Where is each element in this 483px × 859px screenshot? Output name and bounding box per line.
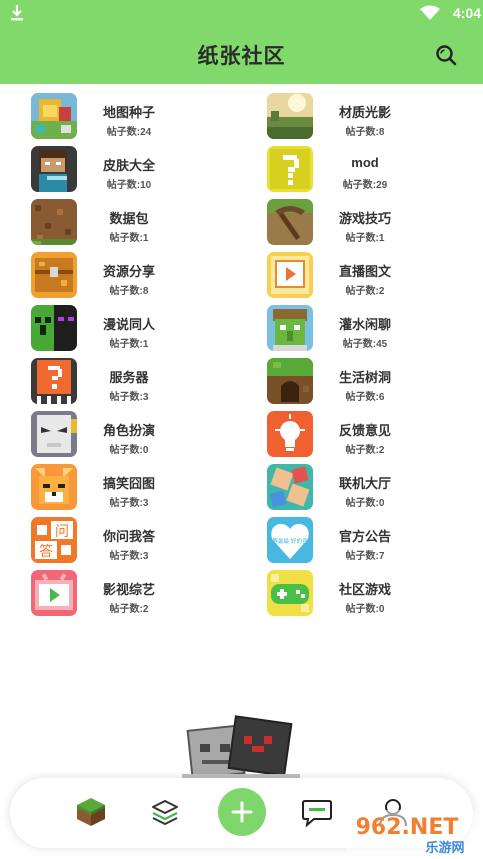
page-title: 纸张社区 [197, 45, 286, 68]
chest-icon [31, 252, 77, 298]
post-count: 帖子数:8 [345, 127, 385, 138]
post-count: 帖子数:2 [109, 604, 149, 615]
category-name: 漫说同人 [102, 317, 155, 332]
category-item[interactable]: 联机大厅 帖子数:0 [267, 464, 477, 514]
category-item[interactable]: 搞笑囧图 帖子数:3 [31, 464, 241, 514]
search-icon[interactable] [434, 43, 458, 67]
announcement-icon-text: 世界最最 好的官方 [267, 537, 313, 545]
post-count: 帖子数:1 [109, 339, 149, 350]
category-name: 你问我答 [102, 529, 155, 544]
category-item[interactable]: 地图种子 帖子数:24 [31, 93, 241, 143]
gamepad-icon [267, 570, 313, 616]
category-name: 官方公告 [338, 529, 391, 544]
add-icon [231, 801, 253, 823]
chat-bubble-icon[interactable] [300, 795, 334, 829]
category-item[interactable]: 皮肤大全 帖子数:10 [31, 146, 241, 196]
category-name: 反馈意见 [338, 423, 391, 438]
announcement-heart-icon: 世界最最 好的官方 [267, 517, 313, 563]
category-name: 角色扮演 [102, 423, 155, 438]
post-count: 帖子数:7 [345, 551, 385, 562]
category-name: 资源分享 [102, 264, 155, 279]
download-icon [11, 5, 23, 21]
category-name: 服务器 [109, 370, 149, 385]
funny-fox-icon [31, 464, 77, 510]
post-count: 帖子数:0 [345, 604, 385, 615]
post-count: 帖子数:2 [345, 445, 385, 456]
post-count: 帖子数:0 [345, 498, 385, 509]
category-name: 直播图文 [338, 264, 391, 279]
category-item[interactable]: mod 帖子数:29 [267, 146, 477, 196]
category-name: 影视综艺 [102, 582, 155, 597]
category-item[interactable]: 反馈意见 帖子数:2 [267, 411, 477, 461]
mod-question-block-icon [267, 146, 313, 192]
grass-block-icon[interactable] [74, 795, 108, 829]
lightbulb-icon [267, 411, 313, 457]
skins-icon [31, 146, 77, 192]
category-item[interactable]: 材质光影 帖子数:8 [267, 93, 477, 143]
texture-shader-icon [267, 93, 313, 139]
post-count: 帖子数:3 [109, 551, 149, 562]
category-name: 游戏技巧 [338, 211, 391, 226]
qa-icon: 问 答 [31, 517, 77, 563]
watermark-sub: 乐游网 [425, 840, 464, 856]
skeleton-spider-mascot [182, 715, 300, 778]
category-name: 地图种子 [102, 105, 155, 120]
live-play-icon [267, 252, 313, 298]
post-count: 帖子数:8 [109, 286, 149, 297]
category-name: 灌水闲聊 [338, 317, 391, 332]
app-bar: 纸张社区 [0, 26, 483, 84]
category-item[interactable]: 漫说同人 帖子数:1 [31, 305, 241, 355]
category-item[interactable]: 服务器 帖子数:3 [31, 358, 241, 408]
post-count: 帖子数:24 [106, 127, 152, 138]
post-count: 帖子数:3 [109, 392, 149, 403]
post-count: 帖子数:45 [342, 339, 388, 350]
category-name: 搞笑囧图 [102, 476, 155, 491]
category-item[interactable]: 生活树洞 帖子数:6 [267, 358, 477, 408]
post-count: 帖子数:6 [345, 392, 385, 403]
category-item[interactable]: 世界最最 好的官方 官方公告 帖子数:7 [267, 517, 477, 567]
status-bar: 4:04 [0, 0, 483, 26]
villager-chat-icon [267, 305, 313, 351]
post-count: 帖子数:0 [109, 445, 149, 456]
post-count: 帖子数:10 [106, 180, 152, 191]
layers-icon[interactable] [148, 795, 182, 829]
category-item[interactable]: 角色扮演 帖子数:0 [31, 411, 241, 461]
map-seed-icon [31, 93, 77, 139]
add-button[interactable] [218, 788, 266, 836]
category-name: 材质光影 [338, 105, 391, 120]
qa-ask-glyph: 问 [55, 524, 69, 540]
category-item[interactable]: 影视综艺 帖子数:2 [31, 570, 241, 620]
clock: 4:04 [452, 5, 481, 21]
wifi-icon [420, 5, 440, 20]
category-item[interactable]: 数据包 帖子数:1 [31, 199, 241, 249]
category-item[interactable]: 资源分享 帖子数:8 [31, 252, 241, 302]
category-name: mod [351, 155, 379, 170]
category-name: 数据包 [109, 211, 149, 226]
tv-video-icon [31, 570, 77, 616]
datapack-dirt-icon [31, 199, 77, 245]
post-count: 帖子数:2 [345, 286, 385, 297]
pickaxe-icon [267, 199, 313, 245]
category-name: 生活树洞 [338, 370, 391, 385]
qa-answer-glyph: 答 [39, 543, 53, 560]
creeper-enderman-icon [31, 305, 77, 351]
category-item[interactable]: 灌水闲聊 帖子数:45 [267, 305, 477, 355]
multiplayer-lobby-icon [267, 464, 313, 510]
category-name: 皮肤大全 [102, 158, 155, 173]
category-name: 联机大厅 [338, 476, 391, 491]
watermark-logo: 962.NET 乐游网 [345, 810, 477, 856]
post-count: 帖子数:3 [109, 498, 149, 509]
post-count: 帖子数:1 [345, 233, 385, 244]
category-item[interactable]: 问 答 你问我答 帖子数:3 [31, 517, 241, 567]
server-question-icon [31, 358, 77, 404]
category-item[interactable]: 社区游戏 帖子数:0 [267, 570, 477, 620]
post-count: 帖子数:1 [109, 233, 149, 244]
category-name: 社区游戏 [338, 582, 391, 597]
roleplay-mask-icon [31, 411, 77, 457]
category-item[interactable]: 游戏技巧 帖子数:1 [267, 199, 477, 249]
tree-hole-icon [267, 358, 313, 404]
post-count: 帖子数:29 [342, 180, 388, 191]
category-item[interactable]: 直播图文 帖子数:2 [267, 252, 477, 302]
watermark-text: 962.NET [356, 815, 459, 840]
